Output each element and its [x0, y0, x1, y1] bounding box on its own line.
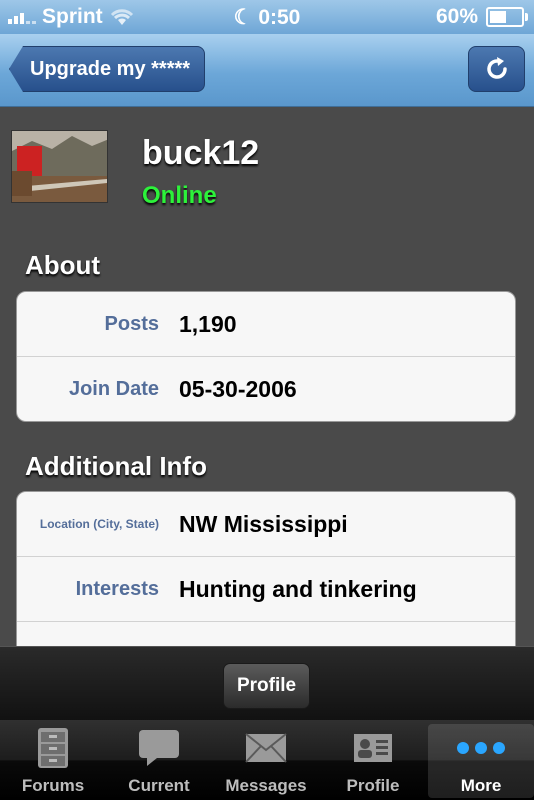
table-row: Interests Hunting and tinkering: [17, 557, 515, 622]
refresh-icon: [486, 57, 507, 79]
about-card: Posts 1,190 Join Date 05-30-2006: [16, 291, 516, 422]
table-row: Location (City, State) NW Mississippi: [17, 492, 515, 557]
tab-current-label: Current: [128, 776, 190, 795]
tab-current[interactable]: Current: [106, 724, 212, 798]
posts-value: 1,190: [179, 311, 237, 337]
tab-more[interactable]: More: [428, 724, 534, 798]
join-date-value: 05-30-2006: [179, 376, 297, 402]
about-heading: About: [25, 250, 101, 280]
additional-info-heading: Additional Info: [25, 451, 207, 481]
battery-percent: 60%: [435, 5, 478, 28]
refresh-button[interactable]: [468, 46, 525, 92]
id-card-icon: [354, 734, 392, 762]
tab-bar: Forums Current Messages Profile More: [0, 720, 534, 800]
clock: 0:50: [258, 6, 301, 29]
table-row: Posts 1,190: [17, 292, 515, 357]
battery-icon: [486, 7, 528, 27]
additional-info-card: Location (City, State) NW Mississippi In…: [16, 491, 516, 661]
back-button[interactable]: Upgrade my *****: [9, 46, 205, 92]
back-button-label: Upgrade my *****: [30, 58, 191, 80]
table-row: Join Date 05-30-2006: [17, 357, 515, 421]
online-status: Online: [142, 182, 217, 209]
tab-messages[interactable]: Messages: [213, 724, 319, 798]
tab-forums-label: Forums: [21, 776, 85, 795]
speech-bubble-icon: [139, 730, 179, 766]
avatar: [11, 130, 108, 203]
location-value: NW Mississippi: [179, 511, 348, 537]
interests-value: Hunting and tinkering: [179, 576, 417, 602]
profile-segment-button[interactable]: Profile: [223, 663, 310, 709]
nav-bar: Upgrade my *****: [0, 34, 534, 107]
interests-label: Interests: [75, 578, 159, 600]
posts-label: Posts: [104, 313, 159, 335]
envelope-icon: [245, 733, 287, 763]
more-dots-icon: [457, 742, 505, 754]
tab-profile-label: Profile: [346, 776, 400, 795]
tab-profile[interactable]: Profile: [320, 724, 426, 798]
avatar-image: [12, 131, 107, 202]
tab-messages-label: Messages: [225, 776, 307, 795]
join-date-label: Join Date: [68, 378, 159, 400]
tab-more-label: More: [460, 776, 502, 795]
username: buck12: [142, 134, 260, 172]
location-label: Location (City, State): [39, 517, 159, 531]
status-bar: Sprint ☾ 0:50 60%: [0, 0, 534, 34]
filing-cabinet-icon: [38, 728, 68, 768]
tab-forums[interactable]: Forums: [0, 724, 106, 798]
segment-bar: Profile: [0, 646, 534, 721]
moon-icon: ☾: [233, 6, 253, 29]
